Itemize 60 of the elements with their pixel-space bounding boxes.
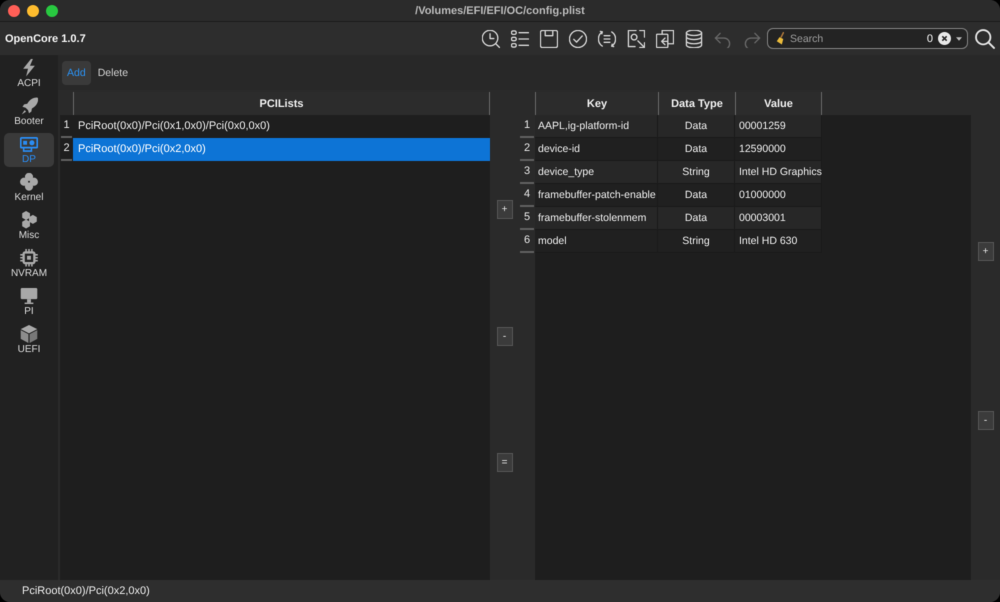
sidebar-tab[interactable]: NVRAM: [4, 247, 54, 281]
table-cell: Intel HD 630: [735, 230, 822, 253]
copy-icon[interactable]: [656, 30, 674, 48]
table-edit-button[interactable]: +: [978, 242, 994, 261]
status-text: PciRoot(0x0)/Pci(0x2,0x0): [22, 585, 150, 597]
sidebar-tab[interactable]: Kernel: [4, 171, 54, 205]
rocket-icon: [20, 97, 38, 115]
sidebar-tab[interactable]: ACPI: [4, 57, 54, 91]
table-cell: device_type: [535, 161, 658, 184]
column-header: Value: [735, 92, 822, 115]
graphics-card-icon: [20, 135, 38, 153]
sidebar-tab[interactable]: UEFI: [4, 323, 54, 357]
minimize-icon[interactable]: [27, 4, 39, 16]
result-count: 0: [926, 32, 933, 44]
sidebar-tab[interactable]: Booter: [4, 95, 54, 129]
clear-icon[interactable]: [938, 32, 951, 45]
table-cell: framebuffer-patch-enable: [535, 184, 658, 207]
table-cell: Data: [658, 184, 735, 207]
table-edit-button[interactable]: -: [978, 411, 994, 430]
hexagons-icon: [20, 211, 38, 229]
cube-icon: [20, 325, 38, 343]
table-cell: framebuffer-stolenmem: [535, 207, 658, 230]
table-cell: Data: [658, 138, 735, 161]
maximize-icon[interactable]: [46, 4, 58, 16]
table-cell: 12590000: [735, 138, 822, 161]
caret-icon[interactable]: [956, 36, 962, 40]
table-cell: 01000000: [735, 184, 822, 207]
circled-list-icon[interactable]: [598, 30, 616, 48]
table-cell: 00001259: [735, 115, 822, 138]
table-cell: Data: [658, 207, 735, 230]
close-icon[interactable]: [8, 4, 20, 16]
clock-icon[interactable]: [482, 30, 500, 48]
table-cell: Intel HD Graphics: [735, 161, 822, 184]
table-cell: model: [535, 230, 658, 253]
column-header: PCILists: [73, 92, 490, 115]
image-cursor-icon[interactable]: [627, 30, 645, 48]
action-button[interactable]: Delete: [92, 60, 134, 84]
monitor-icon: [20, 287, 38, 305]
table-cell: String: [658, 161, 735, 184]
app-title: OpenCore 1.0.7: [5, 32, 86, 44]
search-icon[interactable]: [975, 28, 995, 48]
table-edit-button[interactable]: =: [496, 453, 512, 472]
row-number: 1: [61, 115, 72, 138]
sidebar-tab[interactable]: PI: [4, 285, 54, 319]
four-circles-icon: [20, 173, 38, 191]
table-cell[interactable]: PciRoot(0x0)/Pci(0x1,0x0)/Pci(0x0,0x0): [73, 115, 490, 138]
table-cell: device-id: [535, 138, 658, 161]
database-icon[interactable]: [685, 30, 703, 48]
list-icon[interactable]: [511, 30, 529, 48]
window-title: /Volumes/EFI/EFI/OC/config.plist: [415, 4, 585, 16]
table-cell: 00003001: [735, 207, 822, 230]
sidebar-tab[interactable]: Misc: [4, 209, 54, 243]
broom-icon: [776, 32, 784, 45]
table-cell: Data: [658, 115, 735, 138]
chip-icon: [20, 249, 38, 267]
table-cell: AAPL,ig-platform-id: [535, 115, 658, 138]
table-edit-button[interactable]: +: [496, 200, 512, 219]
table-cell[interactable]: PciRoot(0x0)/Pci(0x2,0x0): [73, 138, 490, 161]
table-cell: String: [658, 230, 735, 253]
table-edit-button[interactable]: -: [496, 326, 512, 346]
